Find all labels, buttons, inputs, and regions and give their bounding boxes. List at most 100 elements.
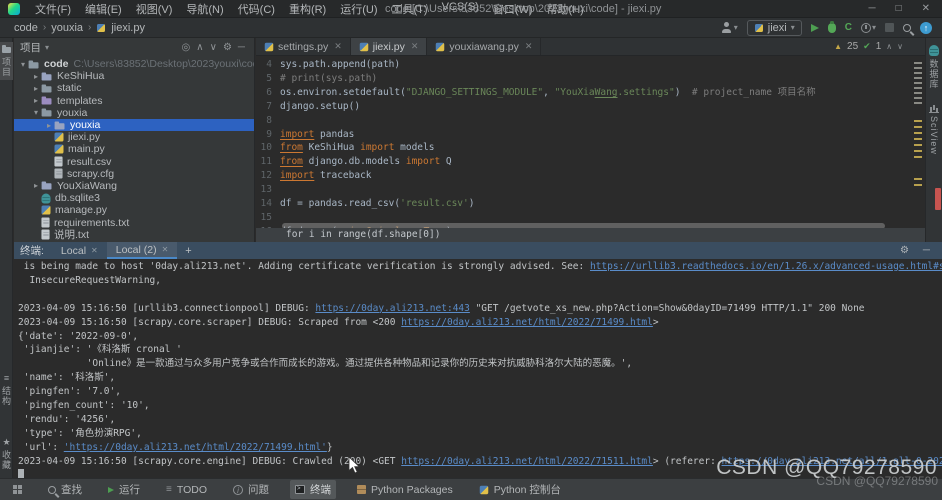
run-button[interactable] — [810, 23, 819, 32]
close-icon[interactable]: ✕ — [162, 245, 169, 254]
breadcrumb-item[interactable]: code — [14, 22, 38, 34]
line-number: 8 — [266, 114, 272, 126]
inspection-widget[interactable]: ▲ 25 ✔ 1 ∧ ∨ — [834, 41, 903, 52]
tree-item-db.sqlite3[interactable]: db.sqlite3 — [14, 192, 254, 204]
terminal-minimize-icon[interactable]: ─ — [923, 245, 930, 256]
console-link[interactable]: https://urllib3.readthedocs.io/en/1.26.x… — [590, 261, 942, 272]
terminal-tab-Local (2)[interactable]: Local (2) ✕ — [106, 242, 178, 259]
python-icon — [264, 42, 274, 51]
tree-item-YouXiaWang[interactable]: ▸ YouXiaWang — [14, 180, 254, 192]
expand-icon[interactable]: ∨ — [207, 42, 220, 53]
statusbar-item-运行[interactable]: 运行 — [103, 480, 145, 499]
collapse-icon[interactable]: ∧ — [193, 42, 206, 53]
locate-icon[interactable]: ◎ — [179, 42, 194, 53]
error-stripe[interactable] — [913, 58, 923, 226]
console-text: > — [652, 316, 659, 328]
tree-item-KeShiHua[interactable]: ▸ KeShiHua — [14, 70, 254, 82]
chevron-down-icon[interactable]: ▾ — [31, 108, 41, 117]
stop-button[interactable] — [885, 23, 894, 32]
chevron-right-icon[interactable]: ▸ — [31, 181, 41, 190]
chevron-right-icon[interactable]: ▸ — [44, 121, 54, 130]
tree-item-label: templates — [57, 94, 103, 107]
gear-icon[interactable]: ⚙ — [220, 42, 235, 53]
tree-item-scrapy.cfg[interactable]: scrapy.cfg — [14, 168, 254, 180]
menu-item[interactable]: 视图(V) — [129, 1, 180, 17]
minus-icon[interactable]: ─ — [235, 42, 248, 53]
chevron-right-icon[interactable]: ▸ — [31, 72, 41, 81]
next-problem-button[interactable]: ∨ — [897, 42, 903, 51]
tree-item-manage.py[interactable]: manage.py — [14, 204, 254, 216]
breadcrumb-item[interactable]: jiexi.py — [111, 22, 145, 34]
breadcrumb-item[interactable]: youxia — [51, 22, 83, 34]
close-icon[interactable]: ✕ — [525, 41, 533, 52]
file-icon — [54, 156, 63, 167]
code-view[interactable]: 4 sys.path.append(path) 5 # print(sys.path)… — [256, 58, 911, 239]
tree-item-jiexi.py[interactable]: jiexi.py — [14, 131, 254, 143]
coverage-button[interactable]: C — [845, 22, 852, 33]
menu-item[interactable]: 导航(N) — [179, 1, 230, 17]
prev-problem-button[interactable]: ∧ — [886, 42, 892, 51]
terminal-settings-gear-icon[interactable]: ⚙ — [900, 245, 909, 256]
tool-window-project-button[interactable]: 项目 — [0, 42, 13, 80]
chevron-right-icon[interactable]: ▸ — [31, 84, 41, 93]
menu-item[interactable]: 文件(F) — [28, 1, 78, 17]
chevron-down-icon[interactable]: ▾ — [45, 43, 49, 52]
menu-item[interactable]: 代码(C) — [231, 1, 282, 17]
chevron-right-icon[interactable]: ▸ — [31, 96, 41, 105]
run-configuration-select[interactable]: jiexi ▾ — [746, 19, 802, 36]
tree-item-youxia[interactable]: ▸ youxia — [14, 118, 254, 132]
close-button[interactable]: ✕ — [922, 3, 930, 14]
tree-item-youxia[interactable]: ▾ youxia — [14, 107, 254, 119]
tree-item-code[interactable]: ▾ code C:\Users\83852\Desktop\2023youxi\co… — [14, 58, 254, 70]
tree-item-说明.txt[interactable]: 说明.txt — [14, 229, 254, 241]
menu-item[interactable]: 编辑(E) — [78, 1, 129, 17]
tool-window-favorites-button[interactable]: ★ 收藏 — [0, 438, 13, 471]
statusbar-item-TODO[interactable]: ≡ TODO — [161, 482, 212, 498]
tree-item-result.csv[interactable]: result.csv — [14, 156, 254, 168]
maximize-button[interactable]: □ — [896, 3, 902, 14]
chevron-down-icon[interactable]: ▾ — [18, 60, 28, 69]
tree-item-main.py[interactable]: main.py — [14, 143, 254, 155]
title-bar: 文件(F) 编辑(E) 视图(V) 导航(N) 代码(C) 重构(R) 运行(U) 工具(T)… — [0, 0, 942, 18]
console-link[interactable]: 'https://0day.ali213.net/html/2022/71499… — [64, 442, 327, 453]
profiler-button[interactable]: ▾ — [860, 22, 876, 33]
python-icon — [754, 23, 763, 32]
line-number: 12 — [260, 170, 272, 182]
editor-area: settings.py ✕ jiexi.py ✕ youxiawang.py ✕ ▲ 25… — [256, 38, 925, 242]
statusbar-item-终端[interactable]: > 终端 — [290, 480, 336, 499]
console-link[interactable]: https://0day.ali213.net/html/2022/71511.… — [401, 456, 653, 467]
statusbar-item-Python 控制台[interactable]: Python 控制台 — [474, 480, 566, 499]
tool-window-数据库-button[interactable]: 数据库 — [926, 38, 942, 96]
tool-windows-button[interactable] — [8, 483, 27, 496]
search-everywhere-button[interactable] — [903, 23, 911, 32]
tree-item-static[interactable]: ▸ static — [14, 82, 254, 94]
close-icon[interactable]: ✕ — [334, 41, 342, 52]
minimize-button[interactable]: ─ — [868, 3, 875, 14]
user-menu[interactable]: ▾ — [721, 22, 738, 33]
left-tool-strip: 项目 ≡ 结构 ★ 收藏 — [0, 38, 13, 478]
statusbar-item-问题[interactable]: i 问题 — [228, 480, 274, 499]
statusbar-item-Python Packages[interactable]: Python Packages — [352, 482, 458, 498]
package-icon — [41, 181, 53, 191]
menu-item[interactable]: 重构(R) — [282, 1, 333, 17]
editor-tab-jiexi.py[interactable]: jiexi.py ✕ — [350, 38, 428, 55]
menu-item[interactable]: 运行(U) — [333, 1, 384, 17]
tree-item-requirements.txt[interactable]: requirements.txt — [14, 216, 254, 229]
console-line: 'Online》是一款通过与众多用户竞争或合作而成长的游戏。通过提供各种物品和记… — [18, 357, 942, 371]
close-icon[interactable]: ✕ — [91, 246, 98, 255]
editor-tab-youxiawang.py[interactable]: youxiawang.py ✕ — [427, 38, 542, 55]
tree-item-templates[interactable]: ▸ templates — [14, 95, 254, 107]
tool-window-SciView-button[interactable]: SciView — [926, 96, 942, 162]
console-link[interactable]: https://0day.ali213.net:443 — [315, 303, 469, 314]
new-terminal-tab-button[interactable]: + — [177, 245, 199, 257]
close-icon[interactable]: ✕ — [411, 41, 419, 52]
update-notification-icon[interactable]: ↑ — [920, 21, 932, 34]
editor-tab-settings.py[interactable]: settings.py ✕ — [256, 38, 351, 55]
terminal-tab-Local[interactable]: Local ✕ — [52, 242, 107, 259]
console-link[interactable]: https://0day.ali213.net/html/2022/71499.… — [401, 317, 653, 328]
console-link[interactable]: https://0day.ali213.net/all/1-all-0-2022… — [722, 456, 942, 467]
tool-window-structure-button[interactable]: ≡ 结构 — [0, 374, 13, 407]
statusbar-item-查找[interactable]: 查找 — [43, 480, 87, 499]
debug-button[interactable] — [827, 20, 836, 33]
terminal-console[interactable]: is being made to host '0day.ali213.net'.… — [18, 260, 942, 483]
